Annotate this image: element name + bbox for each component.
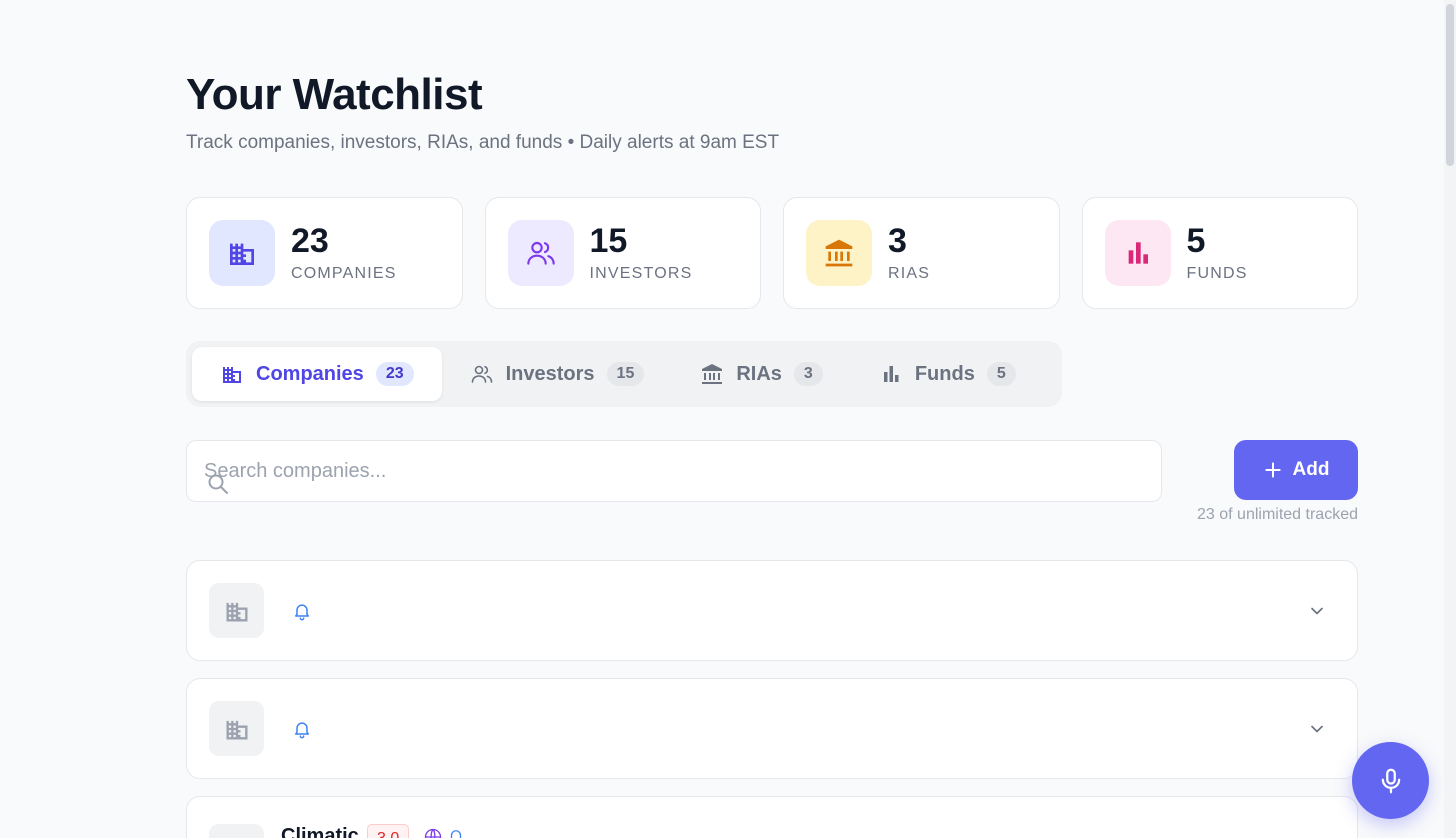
building-icon [220, 362, 244, 386]
bell-icon[interactable] [447, 827, 465, 838]
company-name: Climatic [281, 825, 359, 838]
bell-icon[interactable] [292, 601, 312, 621]
stat-value: 5 [1186, 222, 1206, 260]
search-input[interactable] [187, 441, 1161, 501]
bar-chart-icon [1104, 220, 1171, 286]
bank-icon [700, 362, 724, 386]
stat-label: RIAS [888, 265, 931, 282]
building-icon [209, 220, 275, 286]
plus-icon [1264, 462, 1281, 478]
page-subtitle: Track companies, investors, RIAs, and fu… [186, 132, 780, 153]
tab-label: Investors [505, 362, 595, 385]
stat-label: FUNDS [1186, 265, 1248, 282]
building-icon [226, 720, 247, 739]
add-button[interactable]: Add [1234, 440, 1358, 500]
tab-companies[interactable]: Companies 23 [192, 347, 442, 401]
scrollbar-thumb[interactable] [1446, 4, 1454, 166]
tab-investors[interactable]: Investors 15 [442, 347, 673, 401]
chevron-down-icon[interactable] [1307, 719, 1327, 739]
tab-count-badge: 3 [793, 362, 823, 386]
list-item[interactable] [186, 678, 1358, 779]
tab-label: RIAs [736, 362, 782, 385]
bank-icon [806, 220, 872, 286]
users-icon [507, 220, 574, 286]
scrollbar[interactable] [1444, 0, 1456, 838]
company-logo-placeholder [209, 701, 264, 756]
stat-card-funds: 5 FUNDS [1081, 197, 1358, 309]
score-badge: 3.0 [367, 824, 410, 838]
tab-count-badge: 5 [986, 362, 1016, 386]
chevron-down-icon[interactable] [1307, 601, 1327, 621]
bell-icon[interactable] [292, 719, 312, 739]
stat-card-rias: 3 RIAS [783, 197, 1060, 309]
tab-rias[interactable]: RIAs 3 [672, 347, 850, 401]
stat-label: COMPANIES [291, 265, 397, 282]
tab-count-badge: 23 [375, 362, 414, 386]
tracked-count-note: 23 of unlimited tracked [1197, 506, 1358, 523]
stat-card-investors: 15 INVESTORS [484, 197, 761, 309]
search-box [186, 440, 1162, 502]
list-item[interactable] [186, 560, 1358, 661]
category-tabs: Companies 23 Investors 15 RIAs 3 Funds 5 [186, 341, 1062, 407]
stat-value: 15 [589, 222, 628, 260]
voice-input-button[interactable] [1352, 742, 1429, 819]
list-item[interactable]: Climatic 3.0 [186, 796, 1358, 838]
bar-chart-icon [879, 362, 903, 386]
company-logo-placeholder [209, 583, 264, 638]
company-logo-placeholder [209, 824, 264, 838]
globe-icon[interactable] [423, 827, 443, 838]
tab-funds[interactable]: Funds 5 [851, 347, 1044, 401]
tab-label: Funds [914, 362, 975, 385]
stats-row: 23 COMPANIES 15 INVESTORS 3 RIAS 5 FUNDS [186, 197, 1358, 309]
tab-label: Companies [256, 362, 364, 385]
stat-label: INVESTORS [589, 265, 693, 282]
stat-value: 23 [291, 222, 329, 260]
microphone-icon [1381, 768, 1400, 793]
add-button-label: Add [1292, 459, 1330, 480]
tab-count-badge: 15 [606, 362, 645, 386]
page-title: Your Watchlist [186, 70, 483, 119]
users-icon [470, 362, 494, 386]
stat-card-companies: 23 COMPANIES [186, 197, 463, 309]
stat-value: 3 [888, 222, 907, 260]
building-icon [226, 602, 247, 621]
